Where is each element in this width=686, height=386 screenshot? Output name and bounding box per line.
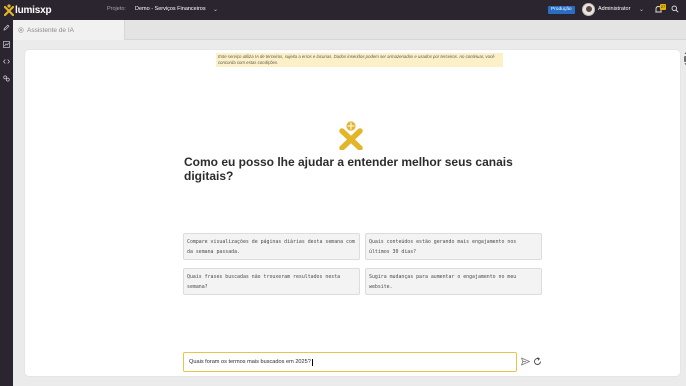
suggestion-card[interactable]: Quais conteúdos estão gerando mais engaj… — [365, 233, 542, 260]
assistant-headline: Como eu posso lhe ajudar a entender melh… — [184, 155, 513, 183]
project-selector[interactable]: Demo - Serviços Financeiros — [135, 6, 206, 12]
lumis-brand-icon — [339, 121, 363, 150]
send-icon[interactable] — [520, 356, 531, 367]
avatar[interactable] — [582, 3, 595, 16]
chevron-down-icon[interactable]: ⌄ — [639, 6, 644, 13]
chat-input-text: Quais foram os termos mais buscados em 2… — [189, 359, 311, 365]
refresh-icon[interactable] — [532, 356, 543, 367]
sidebar — [0, 20, 13, 386]
lumis-logo-icon — [4, 4, 14, 16]
suggestion-card[interactable]: Sugira mudanças para aumentar o engajame… — [365, 268, 542, 295]
tab-bar: Assistente de IA — [13, 20, 686, 40]
edit-icon[interactable] — [3, 24, 10, 31]
chevron-down-icon[interactable]: ⌄ — [213, 6, 218, 13]
tab-label: Assistente de IA — [27, 26, 74, 34]
suggestion-card[interactable]: Compare visualizações de páginas diárias… — [183, 233, 360, 260]
tab-ai-assistant[interactable]: Assistente de IA — [13, 20, 125, 40]
chat-input[interactable]: Quais foram os termos mais buscados em 2… — [183, 352, 517, 372]
suggestion-card[interactable]: Quais frases buscadas não trouxeram resu… — [183, 268, 360, 295]
assistant-icon — [18, 27, 24, 33]
code-icon[interactable] — [3, 58, 10, 65]
lumis-logo[interactable]: lumisxp — [4, 3, 52, 17]
link-icon[interactable] — [3, 75, 10, 82]
search-icon[interactable] — [671, 5, 679, 13]
text-caret — [311, 358, 313, 366]
environment-badge: Produção — [548, 6, 575, 14]
project-label: Projeto: — [107, 6, 126, 12]
user-menu[interactable]: Administrator — [598, 6, 630, 12]
chart-icon[interactable] — [3, 41, 10, 48]
top-bar: lumisxp Projeto: Demo - Serviços Finance… — [0, 0, 686, 20]
app-area: Assistente de IA Este serviço utiliza IA… — [13, 20, 686, 386]
logo-text: lumisxp — [15, 4, 52, 16]
assistant-panel: Este serviço utiliza IA de terceiros, su… — [25, 50, 686, 376]
notification-count-badge: 27 — [660, 4, 666, 10]
disclaimer-notice: Este serviço utiliza IA de terceiros, su… — [216, 53, 503, 67]
